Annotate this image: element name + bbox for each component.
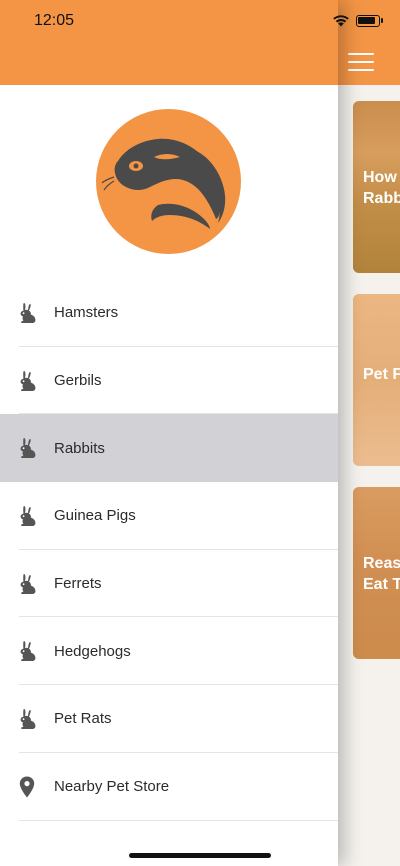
rabbit-icon [17, 573, 37, 595]
article-card[interactable]: How Rabb [353, 101, 400, 273]
article-card[interactable]: Pet F [353, 294, 400, 466]
rabbit-icon [17, 708, 37, 730]
article-card[interactable]: Reas Eat T [353, 487, 400, 659]
article-card-title: How Rabb [363, 169, 400, 207]
rabbit-icon [17, 370, 37, 392]
app-logo [96, 109, 241, 254]
menu-item-label: Pet Rats [54, 710, 112, 728]
location-pin-icon [17, 776, 37, 798]
menu-item[interactable]: Ferrets [0, 550, 338, 618]
navigation-drawer: Hamsters Gerbils Rabbits Guinea Pigs Ferrets… [0, 0, 338, 866]
menu-item[interactable]: Guinea Pigs [0, 482, 338, 550]
status-icons [332, 14, 383, 27]
hamster-logo-icon [101, 138, 226, 229]
rabbit-icon [17, 302, 37, 324]
menu-item-label: Ferrets [54, 575, 102, 593]
rabbit-icon [17, 437, 37, 459]
menu-item-label: Guinea Pigs [54, 507, 136, 525]
menu-item-label: Rabbits [54, 439, 105, 457]
drawer-menu: Hamsters Gerbils Rabbits Guinea Pigs Ferrets… [0, 279, 338, 821]
menu-item-label: Hedgehogs [54, 642, 131, 660]
battery-icon [356, 14, 380, 27]
rabbit-icon [17, 640, 37, 662]
rabbit-icon [17, 505, 37, 527]
menu-item[interactable]: Hedgehogs [0, 617, 338, 686]
menu-item[interactable]: Pet Rats [0, 685, 338, 753]
article-card-title: Reas Eat T [363, 555, 400, 593]
menu-item[interactable]: Nearby Pet Store [0, 753, 338, 821]
menu-item[interactable]: Gerbils [0, 347, 338, 415]
menu-item-label: Nearby Pet Store [54, 778, 170, 796]
menu-item[interactable]: Rabbits [0, 414, 338, 483]
home-indicator[interactable] [129, 853, 271, 858]
menu-item-label: Gerbils [54, 372, 102, 390]
menu-item-label: Hamsters [54, 304, 119, 322]
wifi-icon [333, 15, 349, 27]
article-card-title: Pet F [363, 366, 400, 383]
menu-item[interactable]: Hamsters [0, 279, 338, 347]
divider [19, 819, 338, 821]
menu-icon[interactable] [348, 53, 374, 73]
status-time: 12:05 [34, 12, 75, 29]
